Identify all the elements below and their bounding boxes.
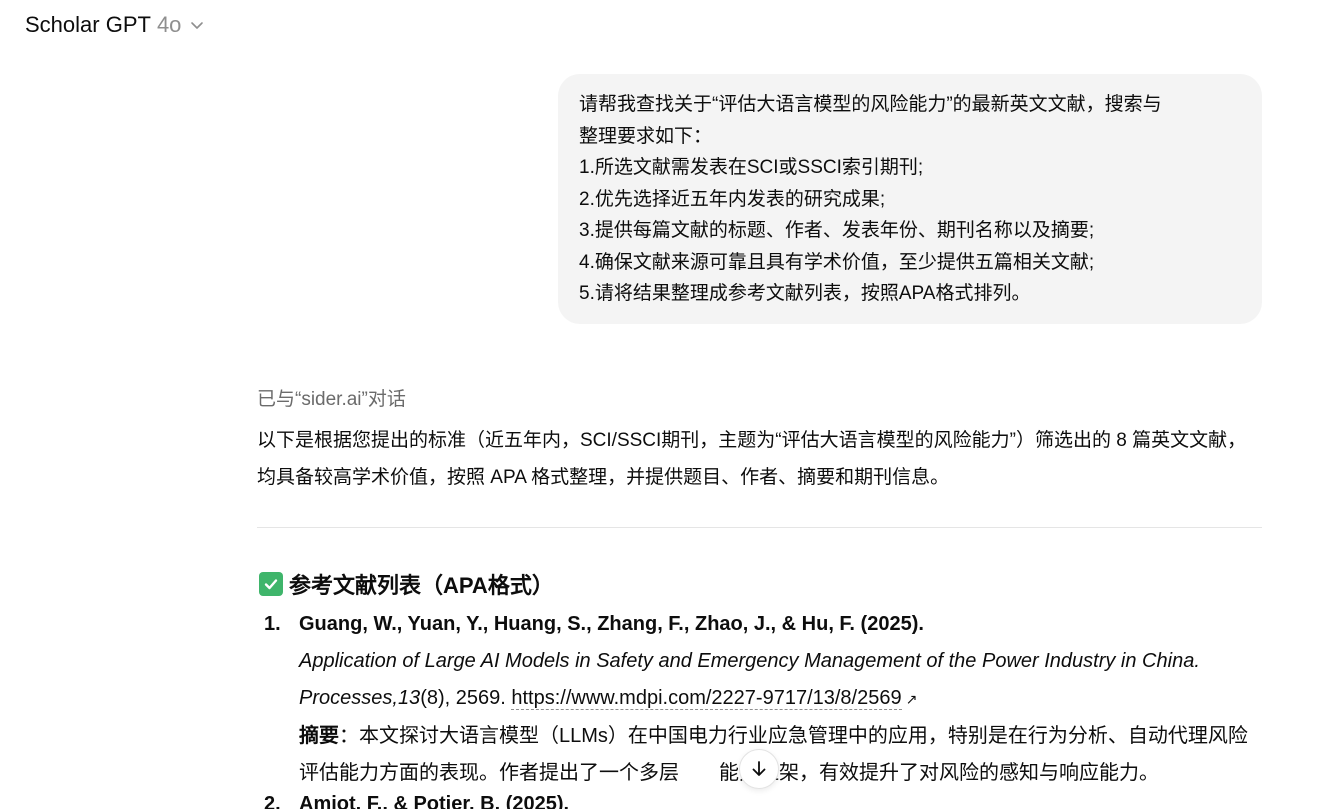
user-message-line: 1.所选文献需发表在SCI或SSCI索引期刊;	[579, 157, 924, 178]
section-title-text: 参考文献列表（APA格式）	[289, 573, 554, 598]
reference-item: Amiot, F., & Potier, B. (2025).	[299, 786, 1262, 809]
user-message-line: 2.优先选择近五年内发表的研究成果;	[579, 188, 886, 210]
reference-authors: Guang, W., Yuan, Y., Huang, S., Zhang, F…	[299, 613, 924, 635]
reference-abstract: 摘要：本文探讨大语言模型（LLMs）在中国电力行业应急管理中的应用，特别是在行为…	[299, 718, 1262, 792]
reference-volume: 13	[397, 687, 421, 709]
user-message-line: 整理要求如下：	[579, 125, 713, 147]
reference-number: 2.	[264, 793, 281, 809]
reference-title: Application of Large AI Models in Safety…	[299, 650, 1200, 672]
reference-authors: Amiot, F., & Potier, B. (2025).	[299, 793, 570, 809]
user-message-line: 3.提供每篇文献的标题、作者、发表年份、期刊名称以及摘要;	[579, 220, 1095, 241]
reference-link[interactable]: https://www.mdpi.com/2227-9717/13/8/2569	[511, 687, 902, 710]
reference-item: Guang, W., Yuan, Y., Huang, S., Zhang, F…	[299, 606, 1262, 792]
abstract-text-continued: 能力框架，有效提升了对风险的感知与响应能力。	[719, 762, 1159, 784]
reference-journal: Processes,	[299, 687, 398, 709]
user-message-line: 4.确保文献来源可靠且具有学术价值，至少提供五篇相关文献;	[579, 251, 1095, 273]
section-title: 参考文献列表（APA格式）	[259, 568, 554, 600]
user-message-line: 5.请将结果整理成参考文献列表，按照APA格式排列。	[579, 283, 1031, 304]
arrow-down-icon	[752, 761, 766, 776]
header: Scholar GPT 4o	[25, 10, 205, 40]
user-message-line: 请帮我查找关于“评估大语言模型的风险能力”的最新英文文献，搜索与	[579, 94, 1162, 115]
model-selector[interactable]: 4o	[157, 12, 181, 38]
gpt-title[interactable]: Scholar GPT	[25, 12, 151, 38]
scroll-to-bottom-button[interactable]	[739, 749, 779, 789]
divider	[257, 527, 1262, 528]
reference-issue-pages: (8), 2569.	[420, 687, 506, 709]
reference-citation: Application of Large AI Models in Safety…	[299, 643, 1262, 718]
abstract-label: 摘要	[299, 725, 339, 747]
plugin-talked-with[interactable]: 已与“sider.ai”对话	[257, 384, 406, 411]
chevron-down-icon[interactable]	[189, 17, 205, 33]
user-message-bubble: 请帮我查找关于“评估大语言模型的风险能力”的最新英文文献，搜索与 整理要求如下：…	[558, 74, 1262, 324]
reference-number: 1.	[264, 613, 281, 635]
external-link-icon[interactable]: ↗	[906, 691, 918, 707]
check-mark-icon	[259, 572, 283, 596]
assistant-intro: 以下是根据您提出的标准（近五年内，SCI/SSCI期刊，主题为“评估大语言模型的…	[257, 430, 1247, 488]
